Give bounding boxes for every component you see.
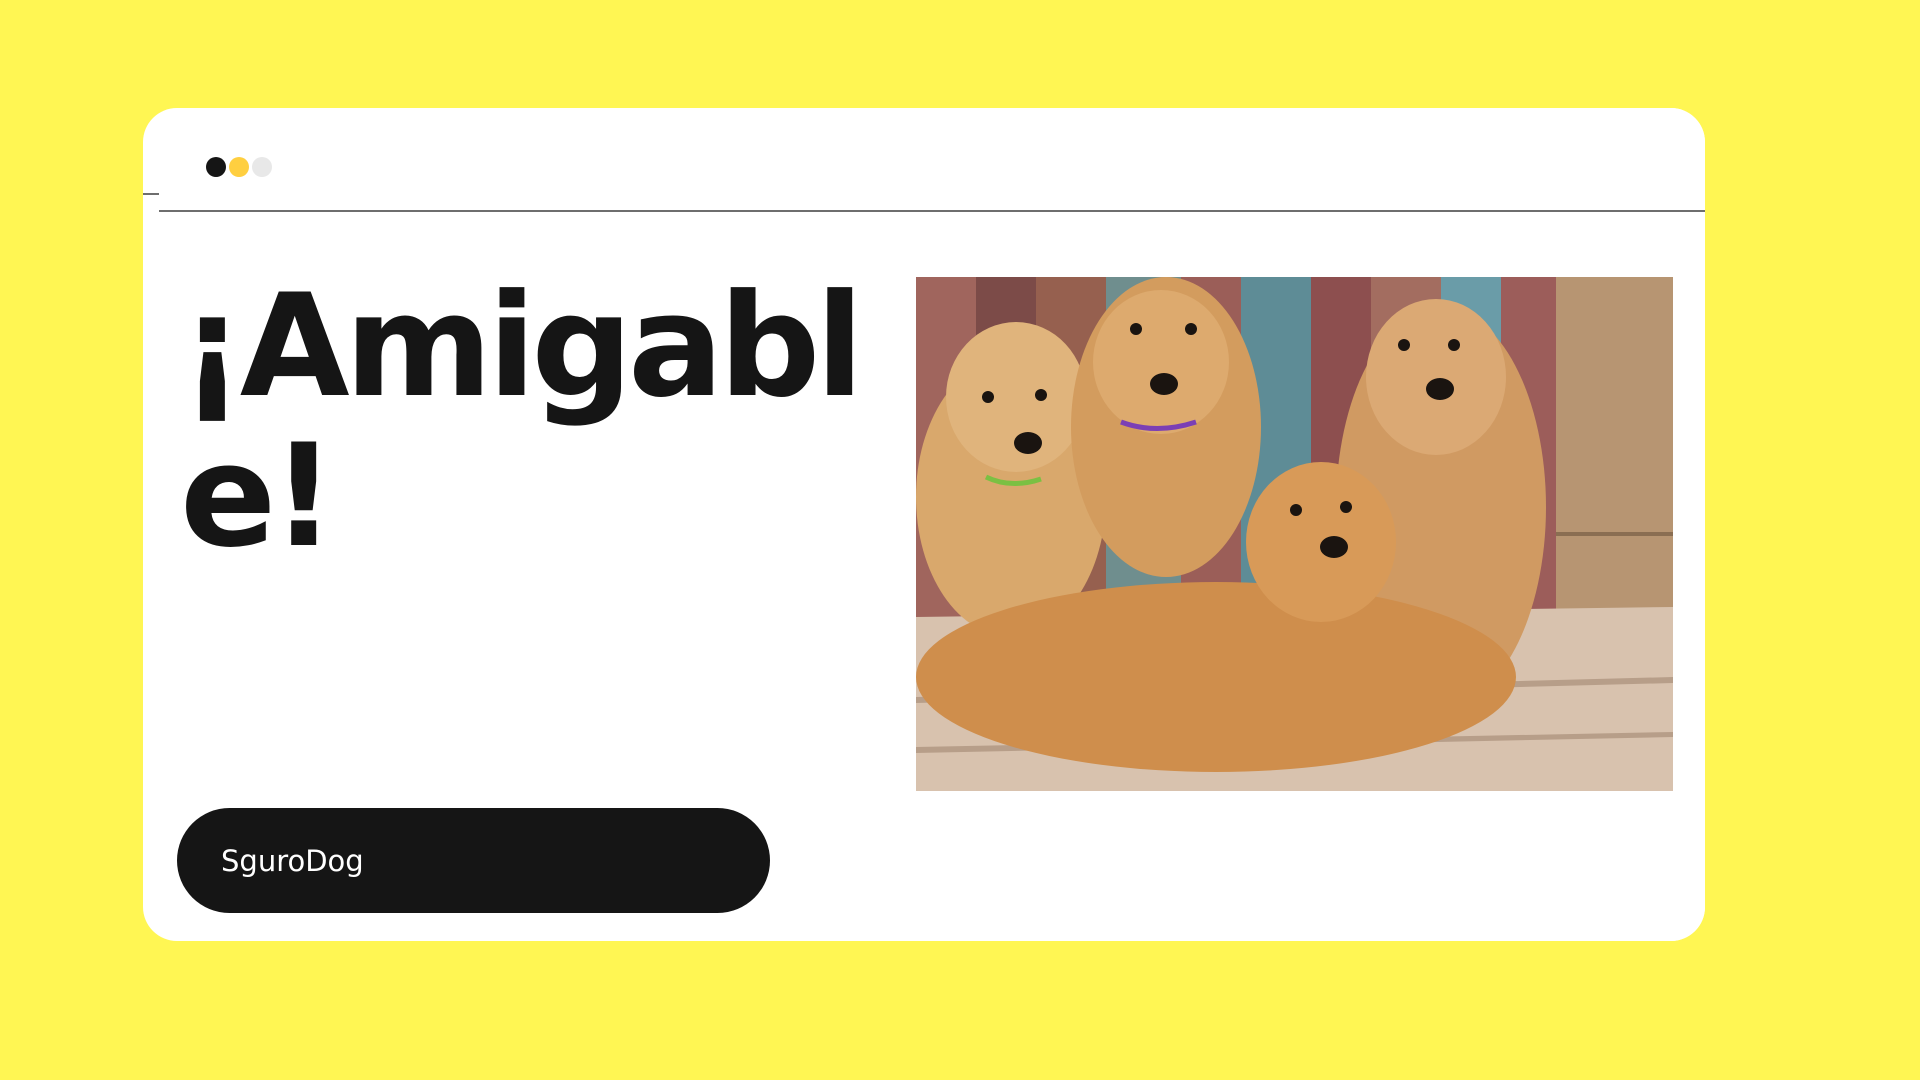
window-dot-dark — [206, 157, 226, 177]
puppies-photo — [916, 277, 1673, 791]
window-dot-light — [252, 157, 272, 177]
window-controls — [206, 157, 272, 177]
header-divider-stub — [143, 193, 159, 195]
header-divider — [159, 210, 1705, 212]
slide-heading: ¡Amigable! — [180, 264, 864, 579]
window-dot-yellow — [229, 157, 249, 177]
sgurodog-button[interactable]: SguroDog — [177, 808, 770, 913]
puppies-photo-illustration — [916, 277, 1673, 791]
